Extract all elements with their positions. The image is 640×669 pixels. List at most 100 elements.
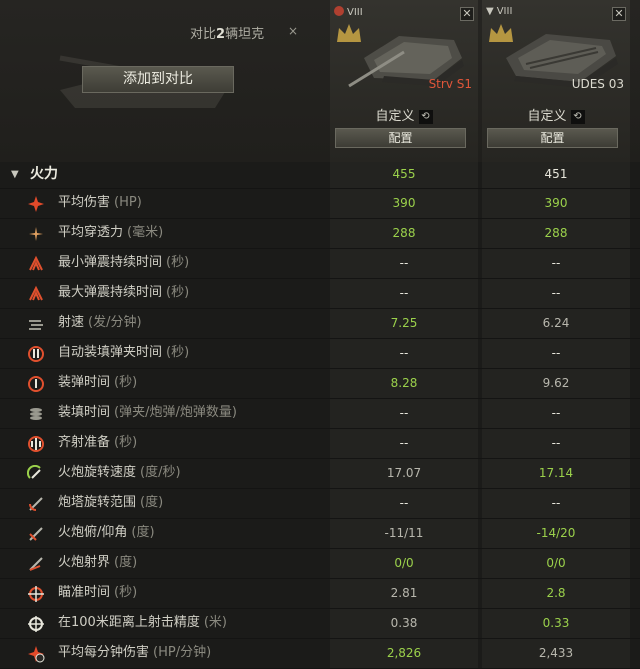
stat-label: 火炮旋转速度 bbox=[58, 465, 137, 480]
premium-icon bbox=[334, 6, 344, 16]
stat-value-tank-1: -- bbox=[330, 249, 478, 278]
stat-label: 自动装填弹夹时间 bbox=[58, 345, 163, 360]
stat-value-tank-2: 0/0 bbox=[482, 549, 630, 578]
stat-row: 平均穿透力 (毫米) 288 288 bbox=[0, 219, 640, 249]
salvo-icon bbox=[28, 436, 44, 452]
stat-label: 瞄准时间 bbox=[58, 585, 111, 600]
gun-arc-icon bbox=[29, 557, 43, 571]
stat-label: 射速 bbox=[58, 315, 85, 330]
configure-button[interactable]: 配置 bbox=[487, 128, 618, 148]
stat-unit: (弹夹/炮弹/炮弹数量) bbox=[114, 405, 237, 420]
stat-unit: (秒) bbox=[114, 435, 138, 450]
magazine-icon bbox=[30, 408, 42, 420]
stat-value-tank-2: -- bbox=[482, 399, 630, 428]
custom-setup: 自定义 ⟲ bbox=[482, 105, 630, 124]
stat-unit: (度) bbox=[131, 525, 155, 540]
stat-value-tank-1: -- bbox=[330, 489, 478, 518]
stat-value-tank-2: -- bbox=[482, 279, 630, 308]
stat-label: 火炮俯/仰角 bbox=[58, 525, 128, 540]
stat-value-tank-1: 0.38 bbox=[330, 609, 478, 638]
aim-time-icon bbox=[28, 586, 44, 602]
stat-value-tank-2: 2.8 bbox=[482, 579, 630, 608]
section-value-tank-2: 451 bbox=[482, 162, 630, 188]
tier-arrow-icon: ▼ bbox=[486, 6, 494, 17]
stat-value-tank-1: 390 bbox=[330, 189, 478, 218]
stat-unit: (米) bbox=[203, 615, 227, 630]
stat-value-tank-2: 390 bbox=[482, 189, 630, 218]
stat-value-tank-1: 8.28 bbox=[330, 369, 478, 398]
stat-label: 最大弹震持续时间 bbox=[58, 285, 163, 300]
gun-traverse-icon bbox=[27, 465, 41, 479]
stat-row: 自动装填弹夹时间 (秒) -- -- bbox=[0, 339, 640, 369]
stat-value-tank-2: 288 bbox=[482, 219, 630, 248]
section-title: 火力 bbox=[30, 166, 58, 182]
stat-unit: (发/分钟) bbox=[88, 315, 142, 330]
autoloader-icon bbox=[28, 346, 44, 362]
stat-label: 在100米距离上射击精度 bbox=[58, 615, 200, 630]
stat-value-tank-1: 0/0 bbox=[330, 549, 478, 578]
custom-label: 自定义 bbox=[527, 109, 567, 124]
tank-column-1: VIII ✕ Strv S1 自定义 ⟲ 配置 bbox=[330, 0, 478, 162]
stat-row: 齐射准备 (秒) -- -- bbox=[0, 429, 640, 459]
stat-row: 火炮俯/仰角 (度) -11/11 -14/20 bbox=[0, 519, 640, 549]
stat-label: 齐射准备 bbox=[58, 435, 111, 450]
stat-label: 火炮射界 bbox=[58, 555, 111, 570]
section-firepower[interactable]: ▼ 火力 455 451 bbox=[0, 162, 640, 189]
tank-name: UDES 03 bbox=[571, 77, 624, 91]
stat-value-tank-2: -- bbox=[482, 339, 630, 368]
undo-icon[interactable]: ⟲ bbox=[418, 109, 433, 124]
stat-value-tank-2: 17.14 bbox=[482, 459, 630, 488]
custom-label: 自定义 bbox=[375, 109, 415, 124]
stat-row: 平均每分钟伤害 (HP/分钟) 2,826 2,433 bbox=[0, 639, 640, 669]
stat-value-tank-2: -14/20 bbox=[482, 519, 630, 548]
clear-compare-button[interactable]: × bbox=[286, 24, 300, 38]
stat-value-tank-1: 288 bbox=[330, 219, 478, 248]
custom-setup: 自定义 ⟲ bbox=[330, 105, 478, 124]
stat-unit: (秒) bbox=[114, 375, 138, 390]
penetration-icon bbox=[29, 227, 43, 241]
stat-value-tank-2: 0.33 bbox=[482, 609, 630, 638]
dpm-icon bbox=[28, 646, 45, 663]
stat-unit: (度/秒) bbox=[140, 465, 181, 480]
compare-header: 对比2辆坦克 × 添加到对比 VIII ✕ Strv S1 自定义 ⟲ 配置 ▼ V… bbox=[0, 0, 640, 162]
stat-value-tank-2: -- bbox=[482, 249, 630, 278]
tank-name: Strv S1 bbox=[428, 77, 472, 91]
collapse-arrow-icon[interactable]: ▼ bbox=[11, 169, 19, 180]
stat-label: 装弹时间 bbox=[58, 375, 111, 390]
stun-min-icon bbox=[29, 255, 43, 271]
stat-row: 火炮旋转速度 (度/秒) 17.07 17.14 bbox=[0, 459, 640, 489]
stat-value-tank-2: 6.24 bbox=[482, 309, 630, 338]
stat-value-tank-1: -- bbox=[330, 399, 478, 428]
stat-unit: (毫米) bbox=[127, 225, 164, 240]
turret-arc-icon bbox=[29, 497, 43, 511]
reload-icon bbox=[28, 376, 44, 392]
stat-value-tank-1: -11/11 bbox=[330, 519, 478, 548]
stun-max-icon bbox=[29, 285, 43, 301]
stats-table: ▼ 火力 455 451 平均伤害 (HP) 390 390 平均穿透力 (毫米) … bbox=[0, 162, 640, 669]
stat-value-tank-1: -- bbox=[330, 339, 478, 368]
stat-value-tank-1: 17.07 bbox=[330, 459, 478, 488]
tank-tier: ▼ VIII bbox=[486, 6, 513, 17]
stat-unit: (度) bbox=[114, 555, 138, 570]
stat-row: 装弹时间 (秒) 8.28 9.62 bbox=[0, 369, 640, 399]
stat-unit: (HP/分钟) bbox=[153, 645, 212, 660]
undo-icon[interactable]: ⟲ bbox=[570, 109, 585, 124]
stat-label: 平均穿透力 bbox=[58, 225, 124, 240]
stat-value-tank-1: -- bbox=[330, 429, 478, 458]
stat-row: 最小弹震持续时间 (秒) -- -- bbox=[0, 249, 640, 279]
section-value-tank-1: 455 bbox=[330, 162, 478, 188]
add-to-compare-button[interactable]: 添加到对比 bbox=[82, 66, 234, 93]
rate-of-fire-icon bbox=[29, 320, 43, 330]
accuracy-icon bbox=[28, 616, 44, 632]
elevation-icon bbox=[29, 527, 43, 541]
stat-unit: (度) bbox=[140, 495, 164, 510]
configure-button[interactable]: 配置 bbox=[335, 128, 466, 148]
stat-unit: (秒) bbox=[166, 285, 190, 300]
stat-unit: (秒) bbox=[114, 585, 138, 600]
stat-row: 在100米距离上射击精度 (米) 0.38 0.33 bbox=[0, 609, 640, 639]
tank-column-2: ▼ VIII ✕ UDES 03 自定义 ⟲ 配置 bbox=[482, 0, 630, 162]
stat-value-tank-1: 2,826 bbox=[330, 639, 478, 668]
stat-row: 平均伤害 (HP) 390 390 bbox=[0, 189, 640, 219]
stat-unit: (秒) bbox=[166, 255, 190, 270]
stat-unit: (秒) bbox=[166, 345, 190, 360]
